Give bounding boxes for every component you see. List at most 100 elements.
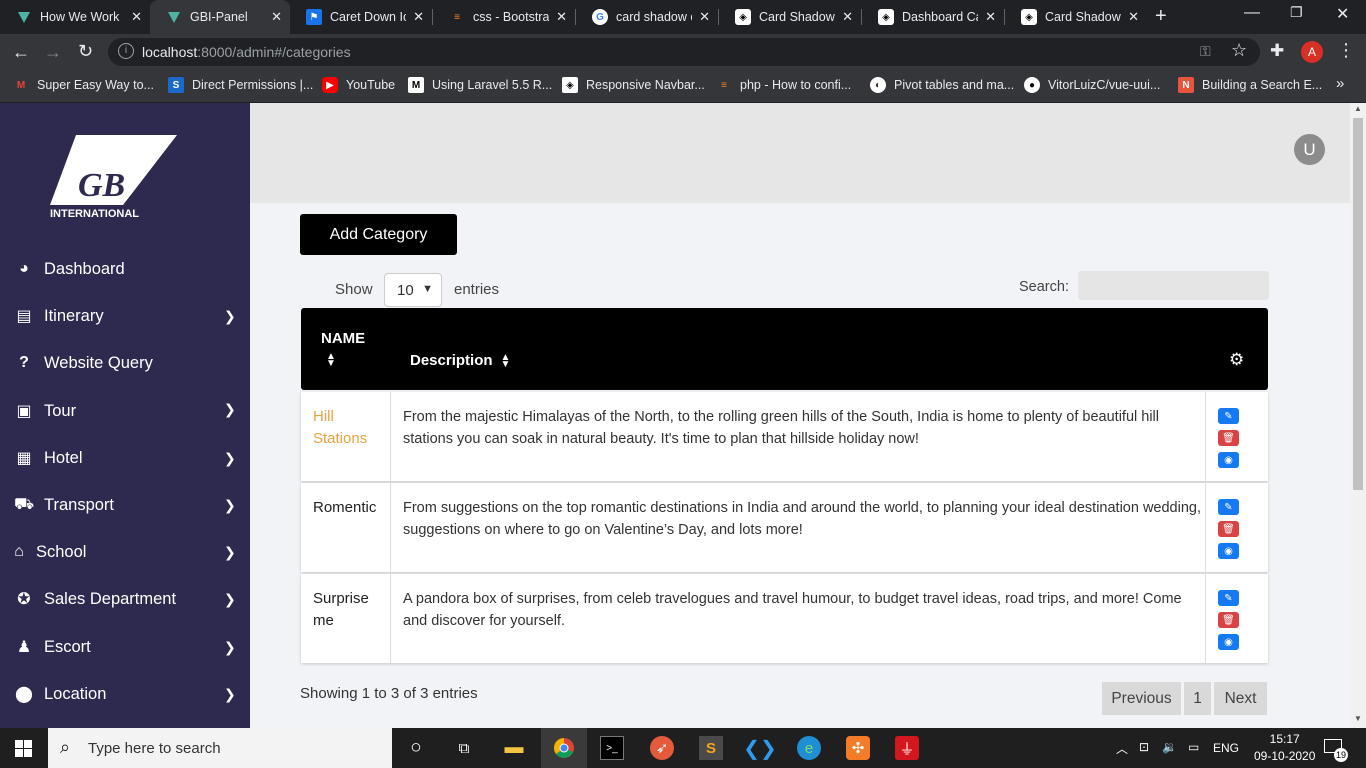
company-logo: GB INTERNATIONAL — [48, 133, 180, 223]
extensions-icon[interactable]: ✚ — [1270, 41, 1284, 61]
trash-icon[interactable]: 🗑 — [1218, 612, 1239, 628]
windows-start-icon[interactable] — [15, 740, 32, 757]
star-icon[interactable]: ☆ — [1231, 40, 1247, 61]
restore-icon[interactable]: ❐ — [1290, 4, 1303, 21]
battery-icon[interactable]: ▭ — [1188, 740, 1199, 754]
new-tab-icon[interactable]: + — [1155, 5, 1167, 28]
pdf-reader-icon[interactable]: ⏚ — [895, 736, 919, 760]
browser-tab-active[interactable]: GBI-Panel ✕ — [150, 0, 290, 34]
user-avatar[interactable]: U — [1294, 134, 1325, 165]
column-header-name[interactable]: NAME ▲ ▼ — [321, 330, 365, 369]
browser-tab[interactable]: ◈ Dashboard Ca ✕ — [862, 0, 1004, 34]
close-window-icon[interactable]: ✕ — [1336, 4, 1349, 24]
terminal-icon[interactable]: >_ — [600, 736, 624, 760]
pagination-page[interactable]: 1 — [1184, 682, 1211, 715]
edge-icon[interactable]: e — [797, 736, 821, 760]
sidebar-item-hotel[interactable]: ▦ Hotel ❯ — [0, 438, 250, 478]
key-icon[interactable]: ⚿ — [1200, 43, 1211, 60]
file-explorer-icon[interactable]: ▬ — [502, 736, 526, 760]
close-tab-icon[interactable]: ✕ — [413, 9, 424, 25]
profile-avatar[interactable]: A — [1301, 41, 1323, 63]
eye-icon[interactable]: ◉ — [1218, 634, 1239, 650]
postman-icon[interactable]: ➶ — [650, 736, 674, 760]
close-tab-icon[interactable]: ✕ — [985, 9, 996, 25]
sidebar-item-website-query[interactable]: ? Website Query — [0, 343, 250, 383]
close-tab-icon[interactable]: ✕ — [842, 9, 853, 25]
close-tab-icon[interactable]: ✕ — [556, 9, 567, 25]
task-view-icon[interactable]: ⧉ — [452, 736, 476, 760]
close-tab-icon[interactable]: ✕ — [131, 9, 142, 25]
search-input[interactable] — [1078, 271, 1269, 300]
clock[interactable]: 15:17 09-10-2020 — [1254, 731, 1315, 765]
sidebar-item-dashboard[interactable]: ◕ Dashboard — [0, 249, 250, 289]
minimize-icon[interactable]: — — [1244, 4, 1260, 22]
column-header-description[interactable]: Description ▲ ▼ — [410, 352, 510, 369]
trash-icon[interactable]: 🗑 — [1218, 430, 1239, 446]
add-category-button[interactable]: Add Category — [300, 214, 457, 255]
network-icon[interactable]: ⊡ — [1139, 740, 1149, 754]
trash-icon[interactable]: 🗑 — [1218, 521, 1239, 537]
category-description: From suggestions on the top romantic des… — [403, 500, 1202, 538]
sidebar-item-sales-department[interactable]: ✪ Sales Department ❯ — [0, 579, 250, 619]
bookmark[interactable]: M Super Easy Way to... — [13, 77, 154, 93]
eye-icon[interactable]: ◉ — [1218, 543, 1239, 559]
chrome-icon[interactable] — [552, 736, 576, 760]
close-tab-icon[interactable]: ✕ — [699, 9, 710, 25]
reload-icon[interactable]: ↻ — [78, 41, 93, 62]
eye-icon[interactable]: ◉ — [1218, 452, 1239, 468]
taskbar-search[interactable]: ⌕ Type here to search — [48, 728, 392, 768]
browser-tab[interactable]: G card shadow c ✕ — [576, 0, 718, 34]
show-hidden-icons-icon[interactable]: ︿ — [1116, 740, 1128, 757]
close-tab-icon[interactable]: ✕ — [1128, 9, 1139, 25]
sidebar-item-escort[interactable]: ♟ Escort ❯ — [0, 627, 250, 667]
bookmark[interactable]: ● VitorLuizC/vue-uui... — [1024, 77, 1160, 93]
edit-icon[interactable]: ✎ — [1218, 499, 1239, 515]
info-icon[interactable]: i — [118, 43, 134, 59]
sort-icon[interactable]: ▲ ▼ — [326, 352, 365, 369]
sort-icon[interactable]: ▲ ▼ — [501, 352, 511, 369]
edit-icon[interactable]: ✎ — [1218, 590, 1239, 606]
chevron-right-icon: ❯ — [224, 590, 236, 607]
bookmark[interactable]: M Using Laravel 5.5 R... — [408, 77, 552, 93]
gear-icon[interactable]: ⚙ — [1229, 351, 1244, 368]
volume-icon[interactable]: 🔉 — [1162, 740, 1177, 754]
browser-tab[interactable]: How We Work ✕ — [0, 0, 150, 34]
xampp-icon[interactable]: ✣ — [846, 736, 870, 760]
close-tab-icon[interactable]: ✕ — [271, 9, 282, 25]
sidebar-item-transport[interactable]: ⛟ Transport ❯ — [0, 485, 250, 525]
sidebar-item-itinerary[interactable]: ▤ Itinerary ❯ — [0, 296, 250, 336]
bookmark[interactable]: S Direct Permissions |... — [168, 77, 313, 93]
url-text[interactable]: localhost:8000/admin#/categories — [142, 44, 351, 60]
scrollbar-thumb[interactable] — [1353, 118, 1363, 490]
sidebar-item-tour[interactable]: ▣ Tour ❯ — [0, 391, 250, 431]
browser-tab[interactable]: ◈ Card Shadow ✕ — [719, 0, 861, 34]
bus-icon: ▣ — [16, 403, 32, 420]
pagination-next[interactable]: Next — [1214, 682, 1267, 715]
stackoverflow-icon: ≡ — [454, 11, 460, 23]
more-bookmarks-icon[interactable]: » — [1336, 75, 1344, 92]
browser-tab[interactable]: ≡ css - Bootstrap ✕ — [433, 0, 575, 34]
scroll-up-icon[interactable]: ▲ — [1354, 104, 1362, 113]
vscode-icon[interactable]: ❮❯ — [743, 736, 777, 760]
scroll-down-icon[interactable]: ▼ — [1354, 714, 1362, 723]
app-logo-icon — [166, 9, 182, 25]
back-icon[interactable]: ← — [12, 42, 30, 63]
sidebar-item-school[interactable]: ⌂ School ❯ — [0, 532, 250, 572]
sidebar-item-location[interactable]: ⬤ Location ❯ — [0, 674, 250, 714]
browser-tab[interactable]: ⚑ Caret Down Ic ✕ — [290, 0, 432, 34]
entries-select[interactable]: 10 ▼ — [384, 273, 442, 307]
bookmark[interactable]: ◈ Responsive Navbar... — [562, 77, 705, 93]
bookmark[interactable]: ◐ Pivot tables and ma... — [870, 77, 1014, 93]
browser-tab[interactable]: ◈ Card Shadow ✕ — [1005, 0, 1147, 34]
language-indicator[interactable]: ENG — [1213, 741, 1239, 755]
sublime-text-icon[interactable]: S — [699, 736, 723, 760]
bookmark[interactable]: ▶ YouTube — [322, 77, 395, 93]
menu-icon[interactable]: ⋮ — [1337, 40, 1355, 61]
forward-icon[interactable]: → — [44, 42, 62, 63]
pagination-previous[interactable]: Previous — [1102, 682, 1181, 715]
bookmark[interactable]: N Building a Search E... — [1178, 77, 1322, 93]
edit-icon[interactable]: ✎ — [1218, 408, 1239, 424]
cortana-icon[interactable]: ○ — [404, 736, 428, 760]
divider — [1205, 392, 1206, 481]
bookmark[interactable]: ≡ php - How to confi... — [716, 77, 851, 93]
